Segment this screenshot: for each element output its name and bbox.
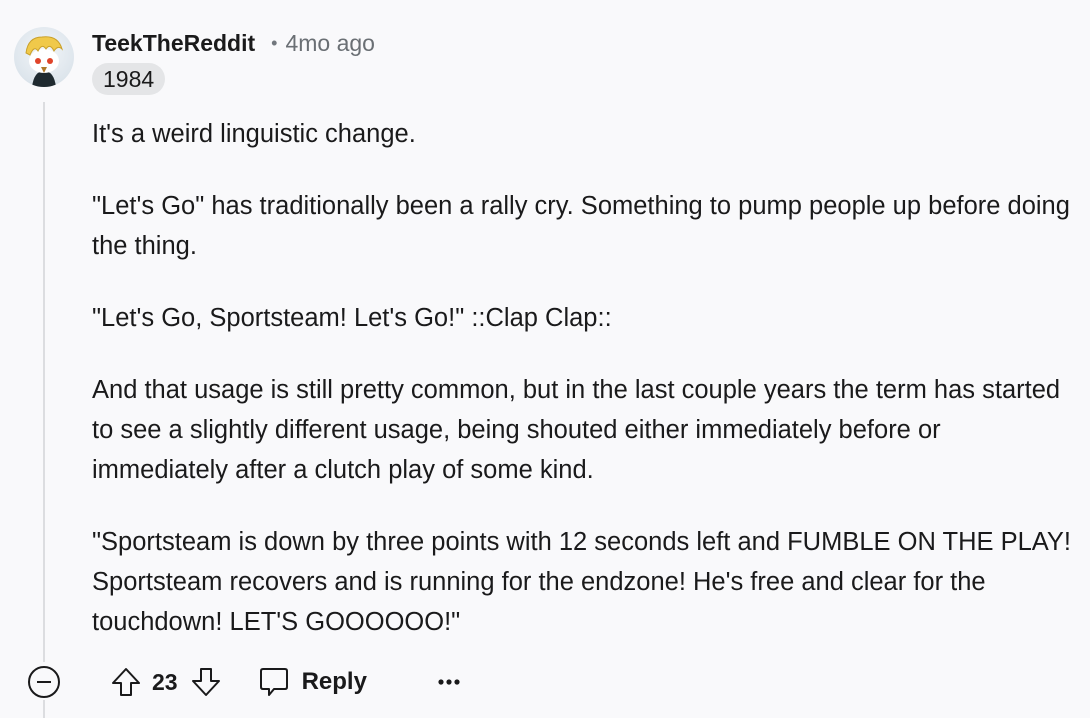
- snoo-avatar-icon: [25, 36, 64, 87]
- user-flair: 1984: [92, 63, 166, 95]
- upvote-button[interactable]: [110, 666, 142, 698]
- comment-icon: [259, 668, 288, 696]
- upvote-icon: [112, 668, 140, 696]
- comment-paragraph: "Let's Go" has traditionally been a rall…: [92, 192, 1070, 260]
- reply-button[interactable]: Reply: [258, 666, 367, 698]
- username-link[interactable]: TeekTheReddit: [92, 30, 255, 57]
- collapse-button[interactable]: [24, 662, 64, 702]
- timestamp[interactable]: 4mo ago: [285, 30, 375, 57]
- vote-count: 23: [152, 668, 178, 695]
- thread-line[interactable]: [43, 102, 45, 662]
- comment-paragraph: "Sportsteam is down by three points with…: [92, 528, 1071, 636]
- comment-paragraph: "Let's Go, Sportsteam! Let's Go!" ::Clap…: [92, 304, 612, 332]
- comment-paragraph: And that usage is still pretty common, b…: [92, 376, 1061, 484]
- separator-dot: •: [271, 32, 278, 53]
- comment-body: It's a weird linguistic change. "Let's G…: [92, 114, 1072, 674]
- avatar[interactable]: [14, 27, 74, 87]
- downvote-icon: [191, 668, 220, 696]
- comment-actions: 23 Reply: [24, 660, 469, 704]
- downvote-button[interactable]: [190, 666, 222, 698]
- more-options-button[interactable]: [429, 662, 469, 702]
- reply-label: Reply: [301, 668, 367, 695]
- comment-paragraph: It's a weird linguistic change.: [92, 120, 416, 148]
- collapse-icon: [28, 666, 60, 698]
- more-options-icon: [438, 679, 460, 685]
- comment-header: TeekTheReddit • 4mo ago: [92, 28, 375, 58]
